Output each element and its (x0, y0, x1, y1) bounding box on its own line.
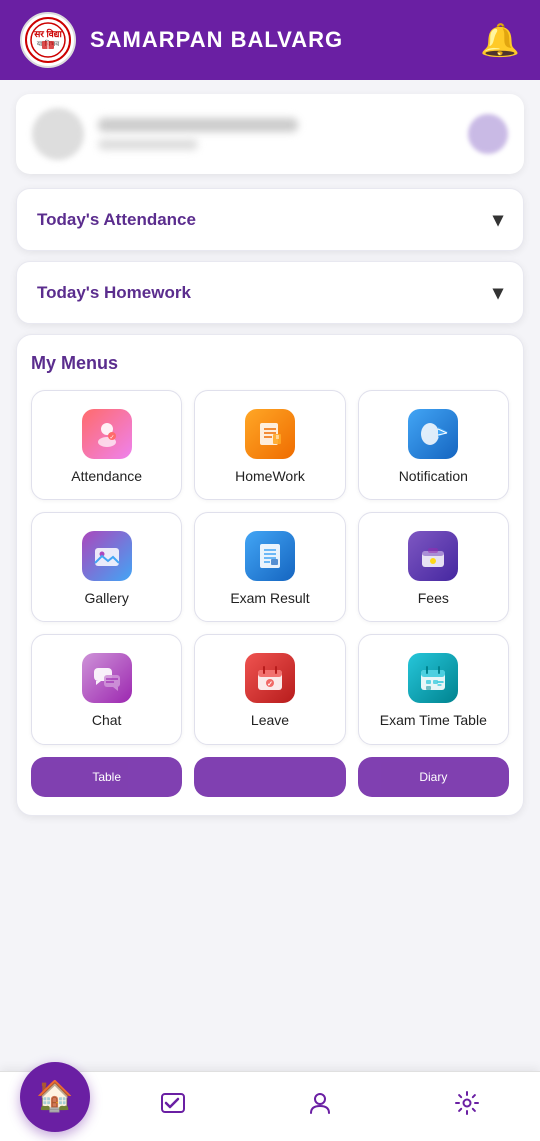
nav-item-attendance[interactable] (160, 1090, 186, 1123)
user-card (16, 94, 524, 174)
partial-menu-1[interactable]: Table (31, 757, 182, 797)
leave-label: Leave (251, 711, 289, 729)
fees-icon (408, 531, 458, 581)
settings-nav-icon (454, 1090, 480, 1123)
app-header: सर विद्या या विभव SAMARPAN BALVARG 🔔 (0, 0, 540, 80)
svg-text:✓: ✓ (267, 681, 273, 688)
menu-item-attendance[interactable]: ✓ Attendance (31, 390, 182, 500)
homework-dropdown-label: Today's Homework (37, 283, 191, 303)
exam-timetable-label: Exam Time Table (380, 711, 487, 729)
gallery-icon (82, 531, 132, 581)
attendance-icon: ✓ (82, 409, 132, 459)
menu-item-leave[interactable]: ✓ Leave (194, 634, 345, 744)
menu-item-exam-timetable[interactable]: Exam Time Table (358, 634, 509, 744)
partial-label-1: Table (92, 770, 121, 784)
homework-dropdown-arrow-icon: ▾ (493, 280, 503, 305)
user-avatar (32, 108, 84, 160)
menus-section-title: My Menus (31, 353, 509, 374)
fees-label: Fees (418, 589, 449, 607)
partial-label-3: Diary (419, 770, 447, 784)
user-name-blur (98, 118, 298, 132)
app-logo: सर विद्या या विभव (20, 12, 76, 68)
homework-label: HomeWork (235, 467, 305, 485)
menu-item-notification[interactable]: Notification (358, 390, 509, 500)
menus-partial-row: Table Diary (31, 757, 509, 797)
profile-nav-icon (307, 1090, 333, 1123)
exam-result-label: Exam Result (230, 589, 309, 607)
menus-grid: ✓ Attendance HomeWork Notification Galle… (31, 390, 509, 745)
home-nav-button[interactable]: 🏠 (20, 1062, 90, 1132)
home-nav-icon: 🏠 (36, 1079, 73, 1114)
user-sub-blur (98, 139, 198, 150)
user-info (98, 118, 454, 150)
chat-icon (82, 653, 132, 703)
homework-icon (245, 409, 295, 459)
chat-label: Chat (92, 711, 122, 729)
menu-item-gallery[interactable]: Gallery (31, 512, 182, 622)
homework-dropdown[interactable]: Today's Homework ▾ (16, 261, 524, 324)
leave-icon: ✓ (245, 653, 295, 703)
nav-item-settings[interactable] (454, 1090, 480, 1123)
notification-label: Notification (399, 467, 468, 485)
notifications-bell-icon[interactable]: 🔔 (480, 21, 520, 59)
menu-item-homework[interactable]: HomeWork (194, 390, 345, 500)
bottom-nav: 🏠 (0, 1071, 540, 1141)
user-secondary-avatar (468, 114, 508, 154)
menu-item-chat[interactable]: Chat (31, 634, 182, 744)
exam-result-icon (245, 531, 295, 581)
partial-menu-3[interactable]: Diary (358, 757, 509, 797)
attendance-dropdown[interactable]: Today's Attendance ▾ (16, 188, 524, 251)
attendance-nav-icon (160, 1090, 186, 1123)
svg-text:✓: ✓ (109, 435, 114, 441)
partial-menu-2[interactable] (194, 757, 345, 797)
app-title: SAMARPAN BALVARG (90, 27, 343, 53)
svg-text:सर विद्या: सर विद्या (33, 28, 62, 39)
header-left: सर विद्या या विभव SAMARPAN BALVARG (20, 12, 343, 68)
nav-items (90, 1090, 540, 1123)
attendance-dropdown-arrow-icon: ▾ (493, 207, 503, 232)
attendance-label: Attendance (71, 467, 142, 485)
attendance-dropdown-label: Today's Attendance (37, 210, 196, 230)
exam-timetable-icon (408, 653, 458, 703)
menu-item-fees[interactable]: Fees (358, 512, 509, 622)
menu-item-exam-result[interactable]: Exam Result (194, 512, 345, 622)
menus-card: My Menus ✓ Attendance HomeWork Notificat… (16, 334, 524, 816)
nav-item-profile[interactable] (307, 1090, 333, 1123)
notification-icon (408, 409, 458, 459)
gallery-label: Gallery (84, 589, 128, 607)
